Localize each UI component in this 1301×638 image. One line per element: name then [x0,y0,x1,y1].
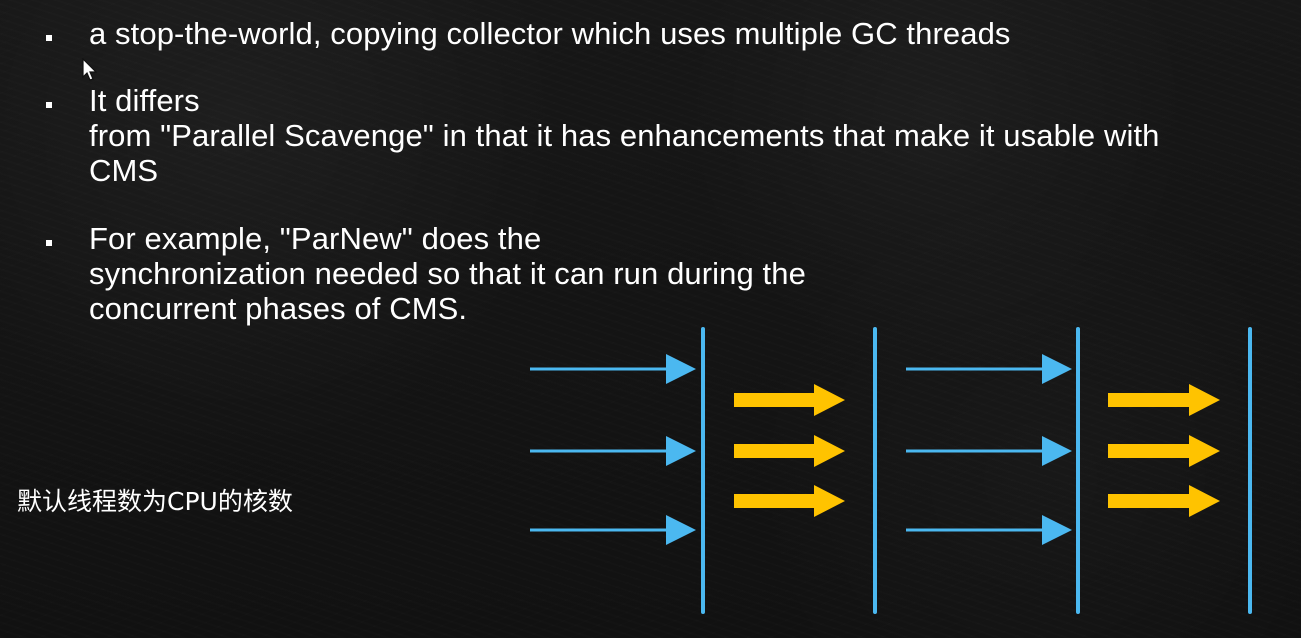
gc-thread-arrow-1 [734,384,845,416]
bullet-text-3: For example, "ParNew" does the synchroni… [89,221,1289,326]
mouse-cursor-icon [82,58,98,81]
default-thread-count-note: 默认线程数为CPU的核数 [17,487,293,516]
bullet-2-line-2: from "Parallel Scavenge" in that it has … [89,118,1160,153]
bullet-marker-3 [46,240,52,246]
gc-thread-arrow-6 [1108,485,1220,517]
bullet-marker-1 [46,35,52,41]
bullet-marker-2 [46,102,52,108]
gc-thread-arrow-2 [734,435,845,467]
bullet-text-1: a stop-the-world, copying collector whic… [89,16,1289,51]
bullet-text-2: It differs from "Parallel Scavenge" in t… [89,83,1289,188]
bullet-2-line-1: It differs [89,83,200,118]
bullet-3-line-1: For example, "ParNew" does the [89,221,542,256]
bullet-3-line-3: concurrent phases of CMS. [89,291,468,326]
gc-thread-arrow-5 [1108,435,1220,467]
bullet-3-line-2: synchronization needed so that it can ru… [89,256,806,291]
bullet-2-line-3: CMS [89,153,159,188]
bullet-1-line-1: a stop-the-world, copying collector whic… [89,16,1011,51]
gc-thread-arrow-4 [1108,384,1220,416]
gc-thread-arrow-3 [734,485,845,517]
